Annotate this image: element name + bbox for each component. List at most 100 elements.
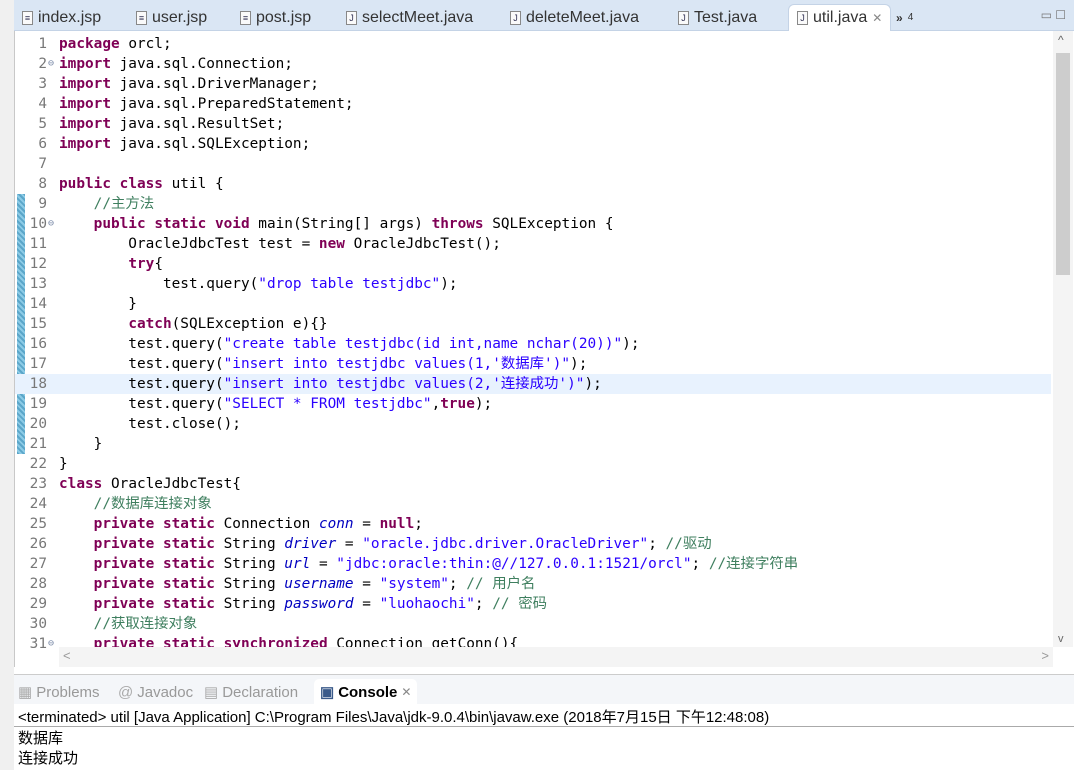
scroll-down-icon[interactable]: v [1058,633,1064,645]
code-line: 15 catch(SQLException e){} [15,314,1051,334]
token: } [59,436,103,452]
token: java.sql.Connection; [110,56,293,72]
more-tabs-button[interactable]: » 4 [896,4,913,31]
tab-label: user.jsp [152,8,208,26]
token: "insert into testjdbc values(1,'数据库')" [223,356,571,372]
token: Connection [214,516,319,532]
token: private [93,516,155,532]
fold-toggle-icon[interactable]: ⊖ [48,634,54,654]
fold-toggle-icon[interactable]: ⊖ [48,214,54,234]
token: main(String[] args) [249,216,432,232]
vertical-scrollbar[interactable]: ^ v [1053,31,1073,647]
scroll-right-icon[interactable]: > [1041,648,1049,663]
token: void [214,216,250,232]
javadoc-icon: @ [118,683,134,701]
token: static [162,536,215,552]
line-number: 11 [29,236,47,252]
close-icon[interactable]: ✕ [401,685,411,699]
tab-util-java[interactable]: Jutil.java ✕ [788,4,892,31]
java-file-icon: J [678,10,689,25]
token: throws [431,216,484,232]
code-text: import java.sql.ResultSet; [59,114,284,134]
tab-user-jsp[interactable]: ≡ user.jsp [136,4,207,31]
problems-icon: ▦ [18,684,33,701]
tab-post-jsp[interactable]: ≡ post.jsp [240,4,311,31]
tab-label: index.jsp [38,8,102,26]
tab-problems[interactable]: ▦ Problems [18,679,100,705]
token: "drop table testjdbc" [258,276,441,292]
code-text: } [59,454,68,474]
token: ); [622,336,640,352]
tab-javadoc[interactable]: @ Javadoc [118,679,193,705]
token: test.query( [59,356,224,372]
line-number: 24 [29,496,47,512]
token: static [154,216,207,232]
code-text: private static String url = "jdbc:oracle… [59,554,798,574]
token: String [214,536,285,552]
line-number: 27 [29,556,47,572]
token: = [336,536,363,552]
code-text: try{ [59,254,163,274]
code-line: 12 try{ [15,254,1051,274]
token: ; [448,576,467,592]
code-line: 2 ⊖ import java.sql.Connection; [15,54,1051,74]
minimize-maximize-buttons[interactable]: ▭ ☐ [1041,8,1066,22]
code-line: 27 private static String url = "jdbc:ora… [15,554,1051,574]
java-file-icon: J [797,11,808,25]
code-line: 1 package orcl; [15,34,1051,54]
line-number: 5 [38,116,47,132]
token: java.sql.ResultSet; [110,116,285,132]
code-editor[interactable]: 1 package orcl; 2 ⊖ import java.sql.Connecti… [14,31,1074,667]
code-line: 23 class OracleJdbcTest{ [15,474,1051,494]
token: // 密码 [492,596,548,612]
token: = [353,576,380,592]
scrollbar-thumb[interactable] [1056,53,1070,275]
tab-selectmeet-java[interactable]: JselectMeet.java [346,4,473,31]
tab-console[interactable]: ▣ Console ✕ [314,679,418,705]
editor-tab-bar: ≡ index.jsp ≡ user.jsp ≡ post.jsp JselectMeet.… [14,0,1074,31]
token: SQLException { [483,216,614,232]
tab-declaration[interactable]: ▤ Declaration [204,679,298,705]
token: url [284,556,311,572]
token: ); [570,356,588,372]
close-icon[interactable]: ✕ [872,11,882,25]
line-number: 7 [38,156,47,172]
tab-test-java[interactable]: J Test.java [678,4,757,31]
tab-label: deleteMeet.java [526,8,639,26]
console-icon: ▣ [320,684,335,701]
fold-toggle-icon[interactable]: ⊖ [48,54,54,74]
token: = [310,556,337,572]
token: import [59,136,111,152]
code-text: import java.sql.DriverManager; [59,74,319,94]
scroll-left-icon[interactable]: < [63,648,71,663]
token: OracleJdbcTest{ [102,476,241,492]
scroll-up-icon[interactable]: ^ [1058,33,1064,47]
code-text: public class util { [59,174,224,194]
code-text: //数据库连接对象 [59,494,212,514]
token: test.query( [59,276,259,292]
tab-label: Test.java [694,8,758,26]
horizontal-scrollbar[interactable]: < > [59,647,1053,667]
tab-index-jsp[interactable]: ≡ index.jsp [22,4,101,31]
divider [14,726,1074,727]
token: java.sql.SQLException; [110,136,311,152]
token: { [154,256,163,272]
code-text: test.query("insert into testjdbc values(… [59,374,601,394]
line-number: 15 [29,316,47,332]
token: //主方法 [59,196,155,212]
code-line: 9 //主方法 [15,194,1051,214]
line-number: 14 [29,296,47,312]
token: static [162,556,215,572]
token: static [162,576,215,592]
code-line: 18 test.query("insert into testjdbc valu… [15,374,1051,394]
console-output-line: 连接成功 [18,750,79,767]
token: ; [691,556,709,572]
tab-label: selectMeet.java [362,8,474,26]
line-number: 1 [38,36,47,52]
tab-deletemeet-java[interactable]: JdeleteMeet.java [510,4,639,31]
token: driver [284,536,337,552]
token: OracleJdbcTest test = [59,236,319,252]
